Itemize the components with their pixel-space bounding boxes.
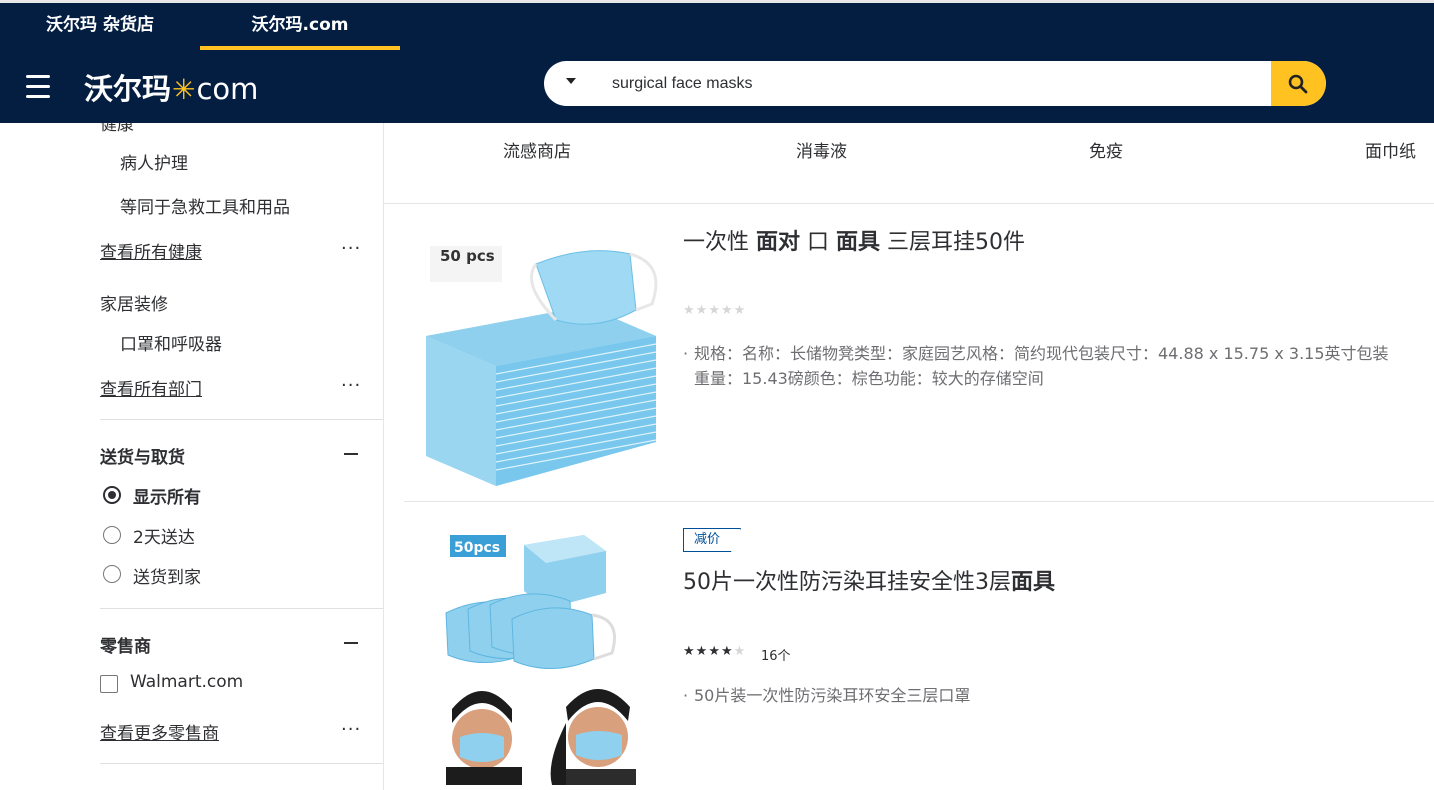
retailer-heading[interactable]: 零售商 [100,632,151,657]
radio-label[interactable]: 送货到家 [133,563,201,588]
sidebar-heading-home: 家居装修 [100,295,168,315]
category-flu-shop[interactable]: 流感商店 [503,137,571,162]
title-segment: 一次性 [683,230,756,255]
radio-home-delivery[interactable] [103,565,121,583]
tab-walmart-com[interactable]: 沃尔玛.com [200,6,400,50]
checkbox-walmart[interactable] [100,675,118,693]
search-bar: surgical face masks [544,61,1326,106]
delivery-heading[interactable]: 送货与取货 [100,443,185,468]
title-segment: 面具 [1011,570,1056,595]
category-tissues[interactable]: 面巾纸 [1365,137,1416,162]
product-card: 50 pcs 一次性 面对 口 面具 三层耳挂50件 ★★★★★ · 规格：名称… [404,204,1434,502]
logo-text: 沃尔玛 [84,72,172,106]
product-title[interactable]: 一次性 面对 口 面具 三层耳挂50件 [683,224,1025,256]
divider [100,608,383,609]
checkbox-label[interactable]: Walmart.com [130,672,243,692]
logo-suffix: com [196,72,259,106]
bullet: · [683,686,689,705]
search-icon [1288,74,1308,94]
walmart-logo[interactable]: 沃尔玛✳com [84,69,258,110]
star-icon: ★ [708,644,721,659]
view-all-health-link[interactable]: 查看所有健康 [100,238,202,263]
title-segment: 三层耳挂50件 [880,230,1026,255]
view-all-departments-link[interactable]: 查看所有部门 [100,375,202,400]
star-icon: ★ [733,644,747,659]
category-strip: 流感商店 消毒液 免疫 面巾纸 [384,123,1434,204]
divider [100,419,383,420]
search-input[interactable]: surgical face masks [612,61,753,106]
radio-label[interactable]: 显示所有 [133,483,201,508]
tab-grocery[interactable]: 沃尔玛 杂货店 [0,6,200,50]
filter-sidebar: 健康 病人护理 等同于急救工具和用品 查看所有健康 ··· 家居装修 口罩和呼吸… [0,123,384,790]
star-icon: ★ [720,644,734,659]
spark-icon: ✳ [172,73,196,106]
sidebar-heading-health: 健康 [100,123,134,135]
divider [100,763,383,764]
view-more-retailers-link[interactable]: 查看更多零售商 [100,719,219,744]
sidebar-item-first-aid[interactable]: 等同于急救工具和用品 [120,193,290,218]
site-header: 沃尔玛 杂货店 沃尔玛.com 沃尔玛✳com surgical face ma… [0,0,1434,123]
category-immunity[interactable]: 免疫 [1089,137,1123,162]
radio-2day[interactable] [103,526,121,544]
image-pcs-label: 50 pcs [440,247,495,265]
bullet: · [683,344,689,363]
star-icon: ★ [695,303,709,318]
title-segment: 面具 [836,230,881,255]
more-icon[interactable]: ··· [341,719,361,740]
category-disinfectant[interactable]: 消毒液 [796,137,847,162]
description-text: 规格：名称：长储物凳类型：家庭园艺风格：简约现代包装尺寸：44.88 x 15.… [694,344,1389,388]
rating-stars: ★★★★★ [683,644,746,659]
star-icon: ★ [695,644,709,659]
search-dropdown-icon[interactable] [566,78,576,84]
title-segment: 50片一次性防污染耳挂安全性3层 [683,570,1011,595]
star-icon: ★ [733,303,747,318]
collapse-icon[interactable] [344,453,358,455]
title-segment: 面对 [756,230,801,255]
star-icon: ★ [683,303,696,318]
sidebar-item-masks[interactable]: 口罩和呼吸器 [120,330,222,355]
more-icon[interactable]: ··· [341,238,361,259]
product-image-art: 50pcs [416,523,664,785]
sidebar-item-patient-care[interactable]: 病人护理 [120,149,188,174]
description-text: 50片装一次性防污染耳环安全三层口罩 [694,686,971,705]
product-description: · 50片装一次性防污染耳环安全三层口罩 [683,683,1403,708]
rating-stars: ★★★★★ [683,303,746,318]
radio-label[interactable]: 2天送达 [133,523,195,548]
rollback-badge: 减价 [683,528,741,552]
radio-show-all[interactable] [103,486,121,504]
star-icon: ★ [683,644,696,659]
product-image[interactable]: 50pcs [416,523,664,785]
review-count[interactable]: 16个 [761,645,791,664]
search-button[interactable] [1271,61,1326,106]
image-pcs-label: 50pcs [454,540,500,556]
product-image[interactable]: 50 pcs [416,224,664,486]
product-title[interactable]: 50片一次性防污染耳挂安全性3层面具 [683,564,1055,596]
star-icon: ★ [708,303,721,318]
collapse-icon[interactable] [344,642,358,644]
product-description: · 规格：名称：长储物凳类型：家庭园艺风格：简约现代包装尺寸：44.88 x 1… [683,341,1403,391]
more-icon[interactable]: ··· [341,375,361,396]
product-card: 50pcs 减价 50片一次性防污染耳挂安全性3层面具 ★★★★★ 16个 · … [404,503,1434,790]
product-image-art: 50 pcs [416,224,664,486]
title-segment: 口 [800,230,837,255]
hamburger-icon[interactable] [26,75,50,98]
star-icon: ★ [720,303,734,318]
